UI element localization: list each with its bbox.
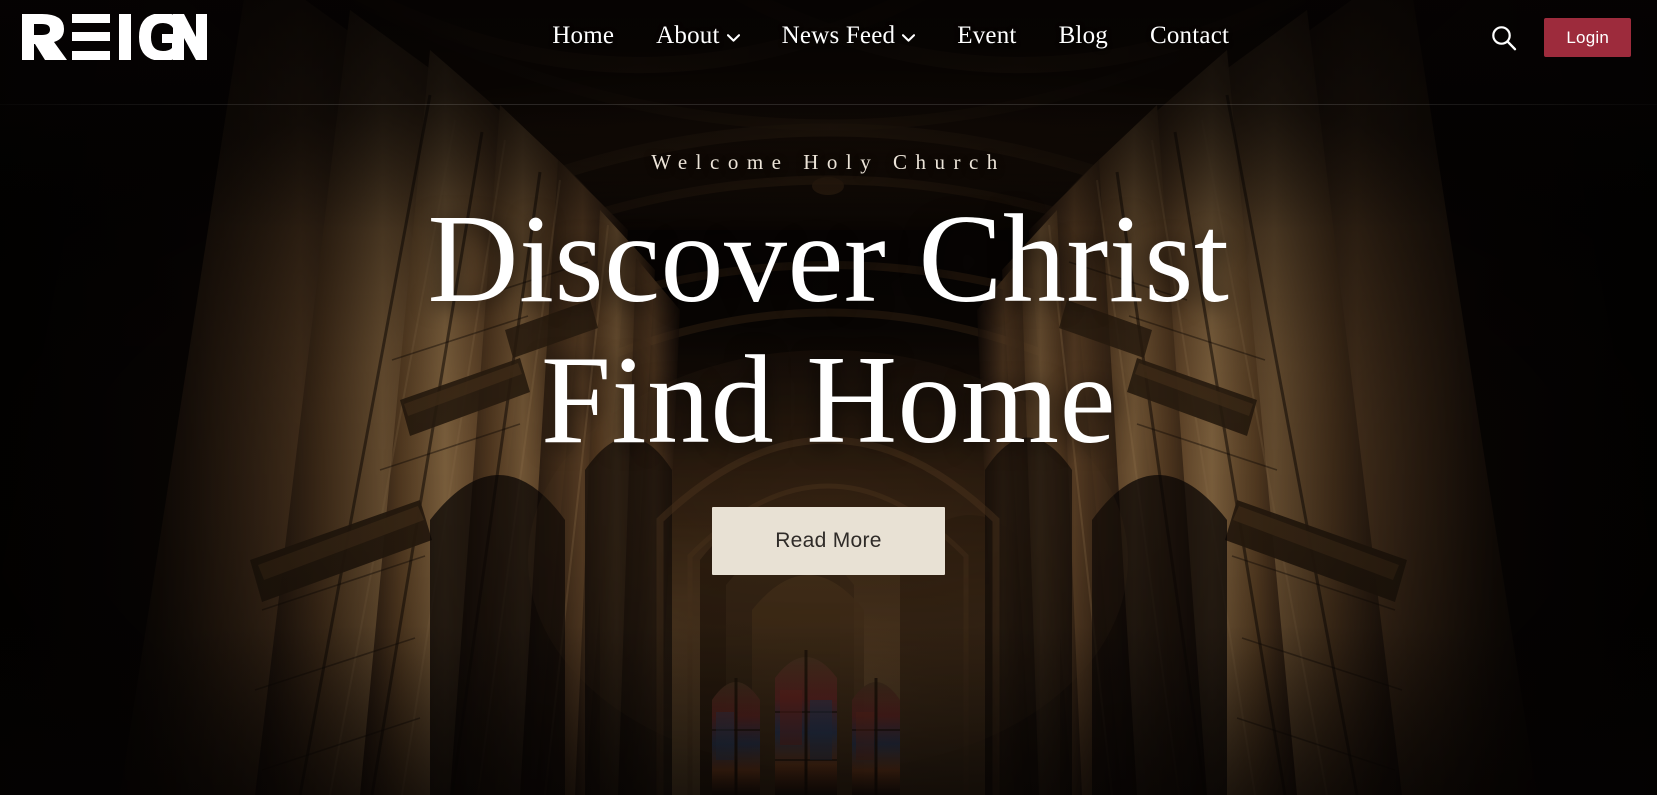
- chevron-down-icon: [726, 34, 740, 42]
- nav-item-label: Contact: [1149, 22, 1230, 49]
- hero-eyebrow: Welcome Holy Church: [651, 150, 1006, 174]
- nav-item-blog[interactable]: Blog: [1038, 16, 1129, 56]
- nav-item-home[interactable]: Home: [531, 16, 635, 56]
- hero-headline-line-1: Discover Christ: [427, 190, 1230, 329]
- nav-item-label: Home: [552, 22, 615, 49]
- main-navigation: Home About News Feed Event Blog Contact: [293, 16, 1488, 56]
- nav-item-label: About: [656, 22, 720, 49]
- search-button[interactable]: [1488, 22, 1518, 52]
- read-more-button[interactable]: Read More: [712, 507, 945, 576]
- nav-item-event[interactable]: Event: [936, 16, 1037, 56]
- brand-logo[interactable]: [22, 13, 207, 61]
- hero-headline: Discover Christ Find Home: [428, 189, 1230, 471]
- nav-item-label: Event: [957, 22, 1017, 49]
- nav-item-contact[interactable]: Contact: [1129, 16, 1250, 56]
- hero-headline-line-2: Find Home: [540, 331, 1116, 471]
- header-actions: Login: [1488, 17, 1631, 57]
- nav-item-label: Blog: [1058, 22, 1108, 49]
- reign-wordmark-logo: [22, 14, 207, 60]
- hero-section: Home About News Feed Event Blog Contact …: [0, 0, 1657, 795]
- search-icon: [1490, 24, 1517, 51]
- nav-item-label: News Feed: [781, 22, 896, 49]
- nav-item-news-feed[interactable]: News Feed: [761, 16, 937, 56]
- nav-item-about[interactable]: About: [635, 16, 761, 56]
- site-header: Home About News Feed Event Blog Contact …: [0, 0, 1657, 104]
- login-button[interactable]: Login: [1544, 17, 1631, 57]
- chevron-down-icon: [902, 34, 916, 42]
